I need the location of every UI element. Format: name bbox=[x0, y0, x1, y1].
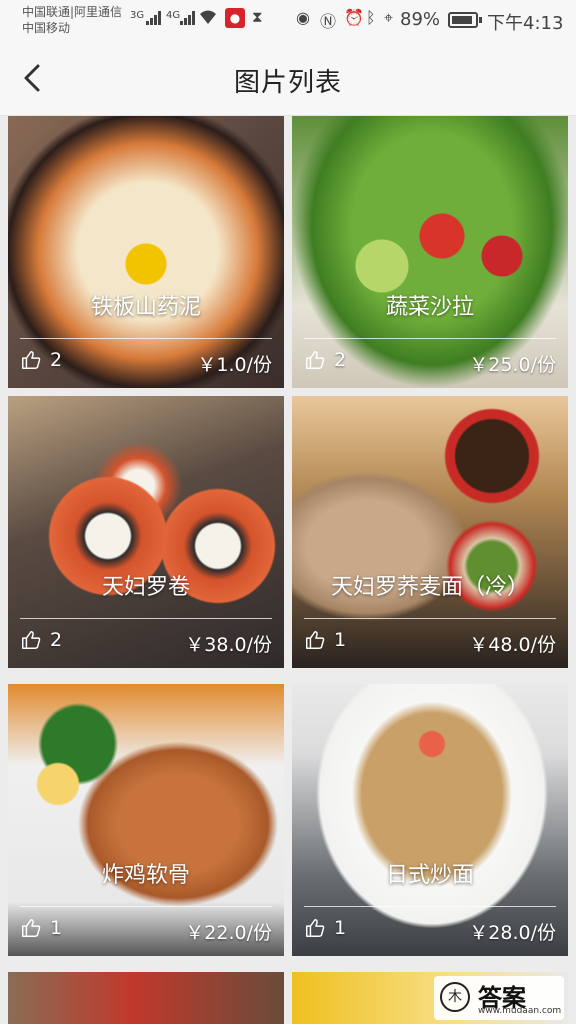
status-bar: 中国联通|阿里通信 中国移动 3G 4G ● ⧗ ◉ Ⓝ ⏰ ᛒ ⌖ 89% 下… bbox=[0, 0, 576, 40]
dish-price: ￥1.0/份 bbox=[197, 354, 272, 376]
app-header: 图片列表 bbox=[0, 40, 576, 116]
like-count[interactable]: 1 bbox=[304, 917, 346, 939]
carrier-2: 中国移动 bbox=[22, 21, 71, 35]
divider bbox=[304, 618, 556, 619]
wifi-icon bbox=[198, 8, 218, 30]
watermark-logo-icon: 木 bbox=[440, 982, 470, 1012]
divider bbox=[304, 906, 556, 907]
thumbs-up-icon bbox=[22, 631, 41, 649]
divider bbox=[304, 338, 556, 339]
location-icon: ⌖ bbox=[384, 8, 394, 27]
dish-name: 日式炒面 bbox=[385, 863, 474, 888]
dish-image bbox=[292, 116, 568, 388]
battery-fill bbox=[452, 16, 472, 24]
dish-name: 蔬菜沙拉 bbox=[385, 295, 474, 320]
dish-card[interactable]: 铁板山药泥 2 ￥1.0/份 bbox=[8, 116, 284, 388]
divider bbox=[20, 618, 272, 619]
like-number: 1 bbox=[334, 629, 347, 651]
network-type-2: 4G bbox=[166, 10, 181, 21]
thumbs-up-icon bbox=[306, 919, 325, 937]
signal-icon bbox=[146, 11, 162, 25]
carrier-1: 中国联通|阿里通信 bbox=[22, 5, 123, 19]
like-number: 1 bbox=[50, 917, 63, 939]
dish-name: 铁板山药泥 bbox=[90, 295, 201, 320]
dish-image bbox=[8, 116, 284, 388]
thumbs-up-icon bbox=[22, 351, 41, 369]
battery-icon bbox=[448, 12, 482, 28]
dish-card[interactable]: 炸鸡软骨 1 ￥22.0/份 bbox=[8, 684, 284, 956]
dish-price: ￥38.0/份 bbox=[185, 634, 272, 656]
like-number: 2 bbox=[334, 349, 347, 371]
watermark: 木 答案 www.mudaan.com bbox=[434, 976, 564, 1020]
dish-name: 天妇罗卷 bbox=[101, 575, 190, 600]
thumbs-up-icon bbox=[22, 919, 41, 937]
dish-price: ￥48.0/份 bbox=[469, 634, 556, 656]
like-count[interactable]: 2 bbox=[20, 629, 62, 651]
dish-grid: 铁板山药泥 2 ￥1.0/份 蔬菜沙拉 2 ￥25.0/份 天妇罗卷 2 ￥38… bbox=[0, 116, 576, 1024]
dish-image bbox=[292, 684, 568, 956]
dish-price: ￥22.0/份 bbox=[185, 922, 272, 944]
clock: 下午4:13 bbox=[487, 13, 564, 34]
dish-card-partial[interactable] bbox=[8, 972, 284, 1024]
dish-price: ￥28.0/份 bbox=[469, 922, 556, 944]
eye-icon: ◉ bbox=[296, 8, 310, 27]
like-number: 1 bbox=[334, 917, 347, 939]
page-title: 图片列表 bbox=[233, 68, 342, 98]
bluetooth-icon: ᛒ bbox=[366, 8, 376, 27]
like-count[interactable]: 1 bbox=[20, 917, 62, 939]
dish-price: ￥25.0/份 bbox=[469, 354, 556, 376]
dish-image bbox=[8, 684, 284, 956]
signal-icon bbox=[180, 11, 196, 25]
alarm-icon: ⏰ bbox=[344, 8, 364, 27]
watermark-url: www.mudaan.com bbox=[478, 1006, 562, 1016]
dish-image bbox=[292, 396, 568, 668]
like-number: 2 bbox=[50, 349, 63, 371]
network-type-1: 3G bbox=[130, 10, 145, 21]
battery-percent: 89% bbox=[400, 9, 441, 30]
carrier-info: 中国联通|阿里通信 中国移动 bbox=[22, 4, 122, 36]
dish-image bbox=[8, 396, 284, 668]
divider bbox=[20, 338, 272, 339]
thumbs-up-icon bbox=[306, 351, 325, 369]
divider bbox=[20, 906, 272, 907]
like-number: 2 bbox=[50, 629, 63, 651]
like-count[interactable]: 2 bbox=[20, 349, 62, 371]
hourglass-icon: ⧗ bbox=[252, 8, 263, 26]
thumbs-up-icon bbox=[306, 631, 325, 649]
dish-card[interactable]: 天妇罗荞麦面（冷） 1 ￥48.0/份 bbox=[292, 396, 568, 668]
like-count[interactable]: 2 bbox=[304, 349, 346, 371]
dish-name: 天妇罗荞麦面（冷） bbox=[330, 575, 529, 600]
dish-card[interactable]: 日式炒面 1 ￥28.0/份 bbox=[292, 684, 568, 956]
dish-card[interactable]: 天妇罗卷 2 ￥38.0/份 bbox=[8, 396, 284, 668]
like-count[interactable]: 1 bbox=[304, 629, 346, 651]
dish-image bbox=[8, 972, 284, 1024]
dish-name: 炸鸡软骨 bbox=[101, 863, 190, 888]
dish-card[interactable]: 蔬菜沙拉 2 ￥25.0/份 bbox=[292, 116, 568, 388]
microphone-icon: ● bbox=[225, 8, 245, 28]
nfc-icon: Ⓝ bbox=[320, 12, 337, 31]
